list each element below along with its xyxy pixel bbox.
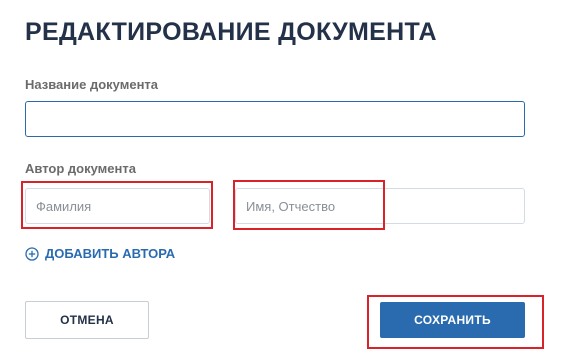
add-author-label: ДОБАВИТЬ АВТОРА — [45, 246, 176, 261]
document-name-label: Название документа — [25, 77, 159, 92]
author-first-name-input[interactable] — [235, 188, 525, 224]
cancel-button-label: ОТМЕНА — [60, 313, 114, 327]
document-name-input[interactable] — [25, 101, 525, 137]
author-label: Автор документа — [25, 161, 136, 176]
add-author-button[interactable]: ДОБАВИТЬ АВТОРА — [25, 246, 175, 261]
page-title: РЕДАКТИРОВАНИЕ ДОКУМЕНТА — [25, 18, 437, 46]
save-button-label: СОХРАНИТЬ — [414, 313, 491, 327]
author-last-name-input[interactable] — [25, 188, 210, 224]
cancel-button[interactable]: ОТМЕНА — [25, 301, 149, 339]
plus-circle-icon — [25, 246, 39, 261]
save-button[interactable]: СОХРАНИТЬ — [380, 302, 525, 338]
